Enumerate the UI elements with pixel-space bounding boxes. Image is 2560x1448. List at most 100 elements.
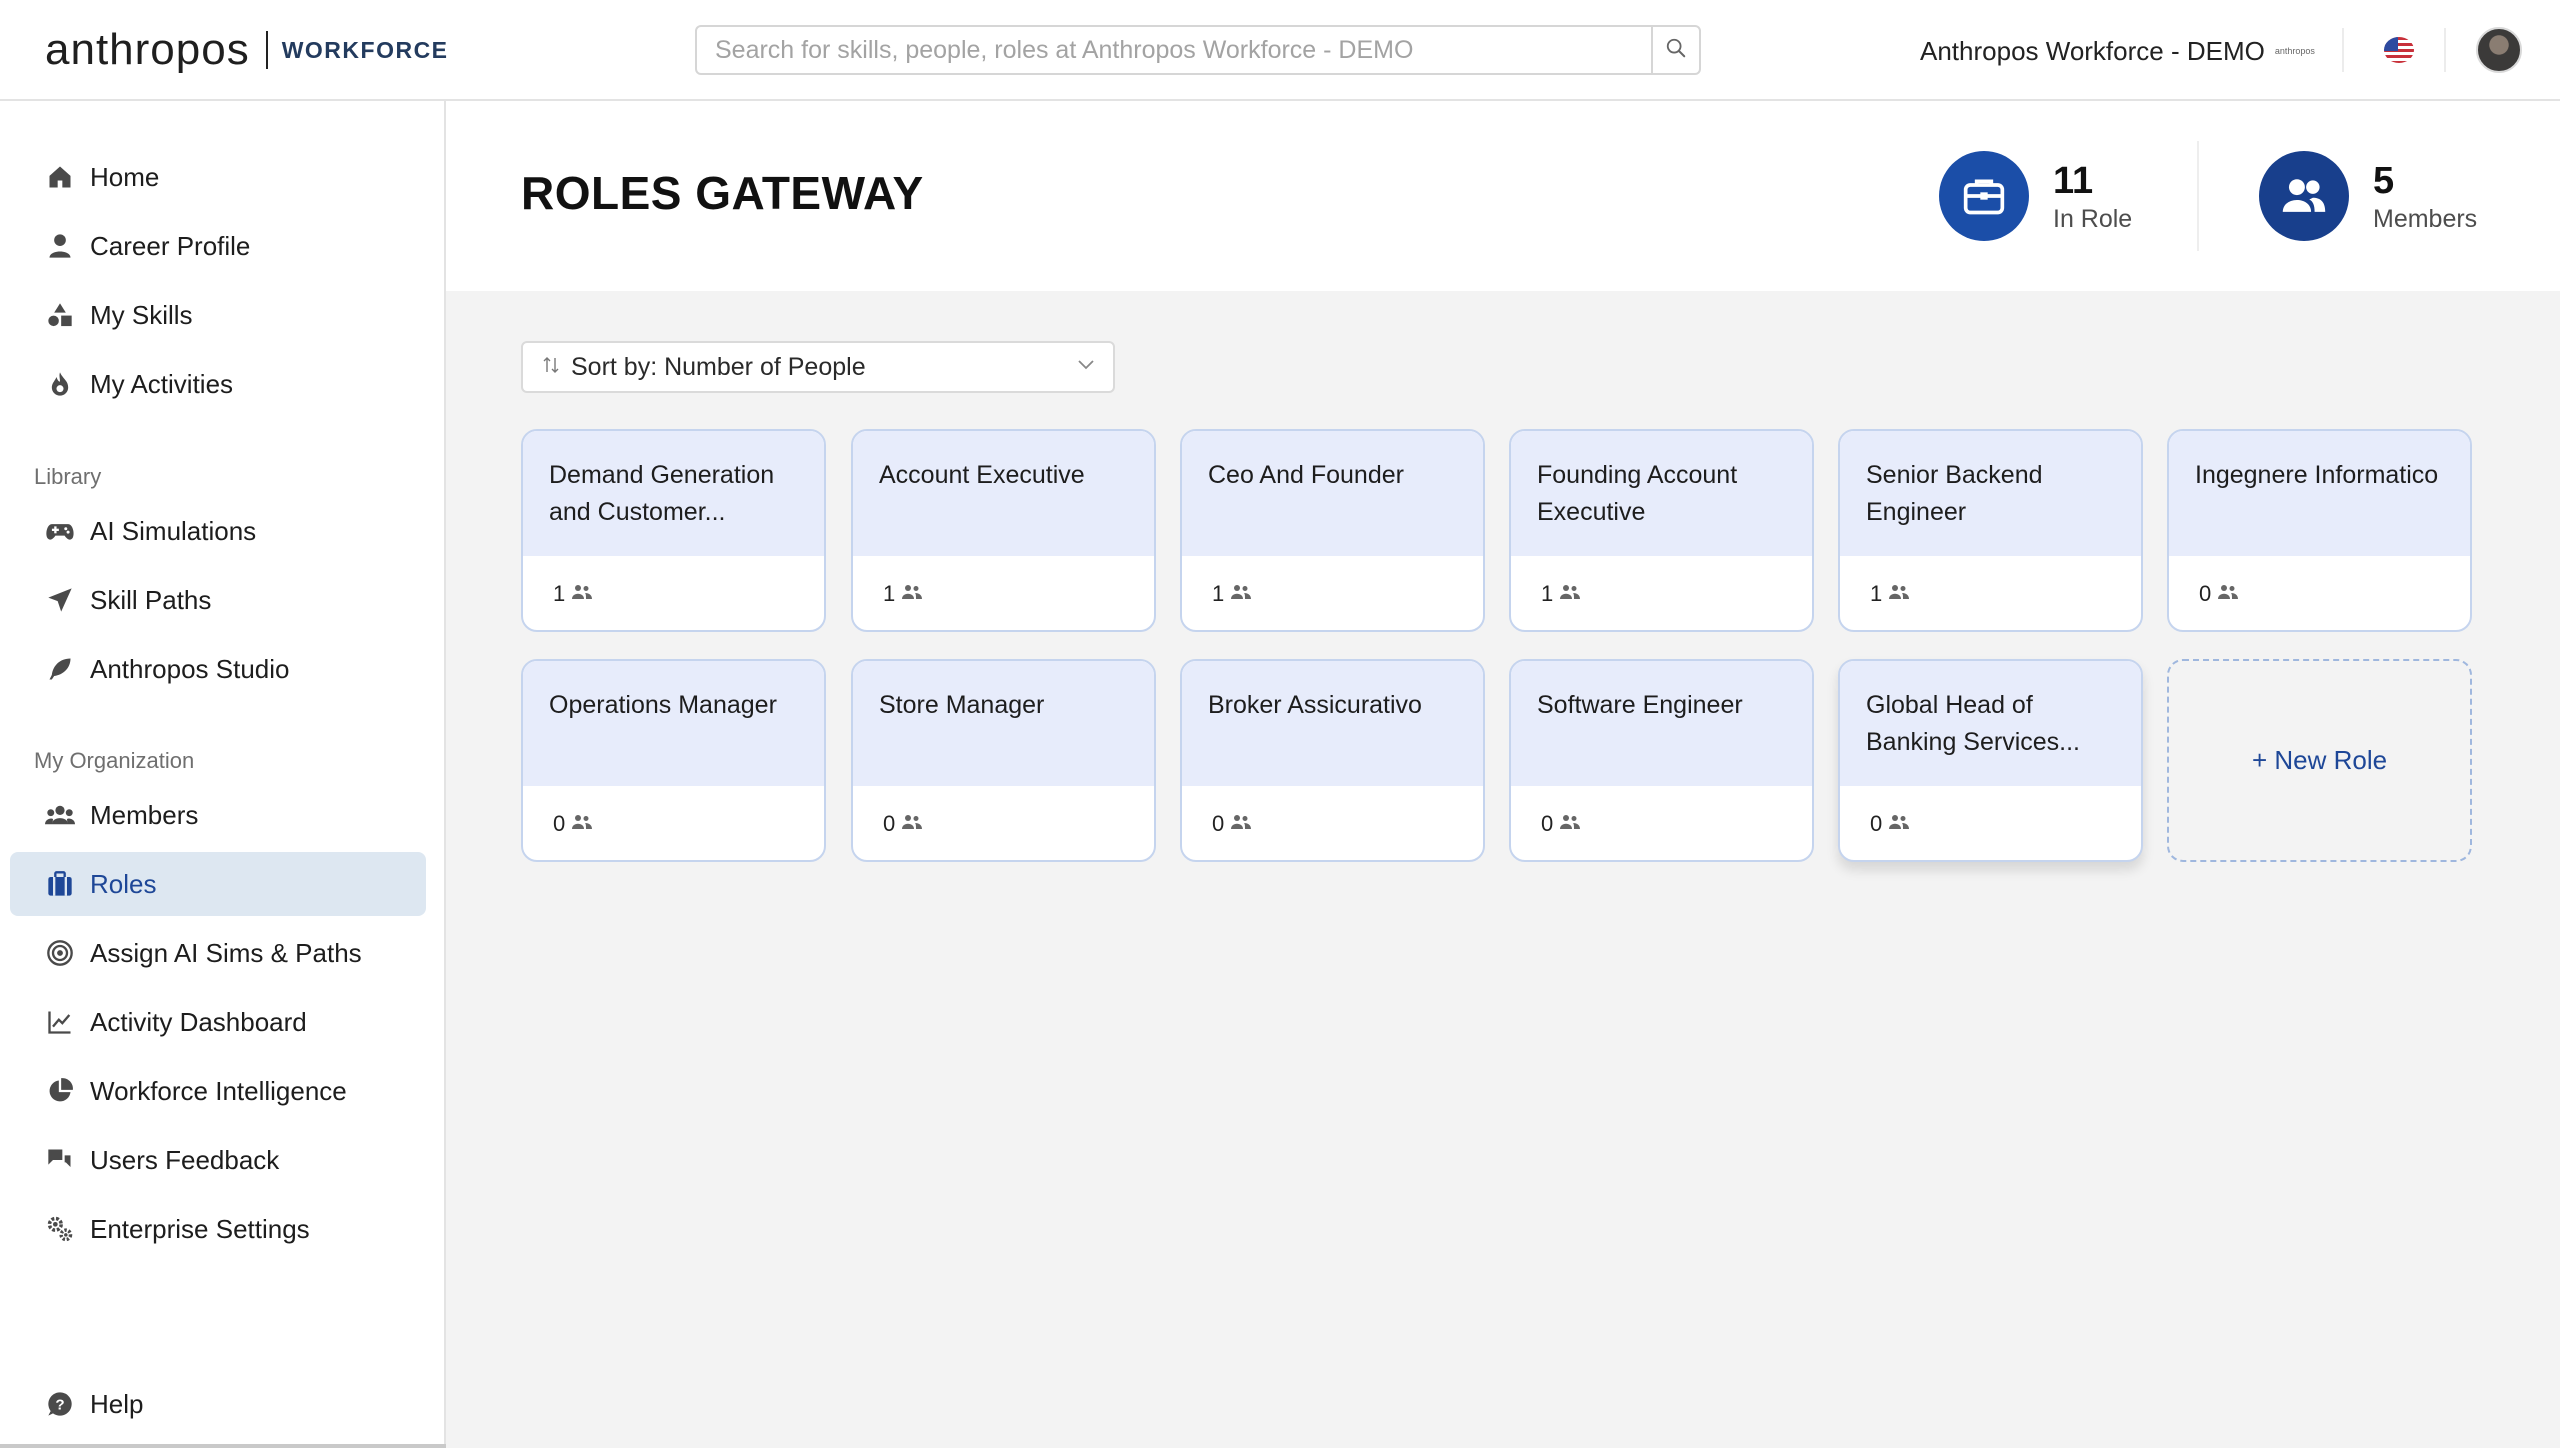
sidebar-item-skill-paths[interactable]: Skill Paths bbox=[10, 568, 426, 632]
users-icon bbox=[901, 814, 923, 835]
sidebar-item-anthropos-studio[interactable]: Anthropos Studio bbox=[10, 637, 426, 701]
search-icon bbox=[1665, 37, 1687, 64]
user-avatar[interactable] bbox=[2476, 27, 2522, 73]
sidebar-item-activity-dashboard[interactable]: Activity Dashboard bbox=[10, 990, 426, 1054]
us-flag-icon[interactable] bbox=[2384, 37, 2414, 63]
role-card[interactable]: Ingegnere Informatico 0 bbox=[2167, 429, 2472, 632]
organization-logo: anthropos bbox=[2274, 46, 2315, 56]
sidebar: Home Career Profile My Skills My Activit… bbox=[0, 101, 556, 1448]
role-title: Account Executive bbox=[879, 461, 1085, 489]
sidebar-item-help[interactable]: ? Help bbox=[10, 1372, 426, 1436]
svg-text:?: ? bbox=[55, 1396, 64, 1413]
sidebar-item-label: Activity Dashboard bbox=[90, 1006, 307, 1037]
divider bbox=[2444, 28, 2446, 72]
in-role-count: 11 bbox=[2053, 159, 2094, 202]
sort-dropdown[interactable]: Sort by: Number of People bbox=[521, 341, 1115, 393]
role-title: Store Manager bbox=[879, 691, 1045, 719]
sidebar-item-career-profile[interactable]: Career Profile bbox=[10, 214, 426, 278]
role-card[interactable]: Software Engineer 0 bbox=[1509, 659, 1814, 862]
members-count: 5 bbox=[2373, 159, 2395, 202]
sidebar-item-enterprise-settings[interactable]: Enterprise Settings bbox=[10, 1197, 426, 1261]
gears-icon bbox=[44, 1213, 76, 1245]
sidebar-item-users-feedback[interactable]: Users Feedback bbox=[10, 1128, 426, 1192]
role-card[interactable]: Ceo And Founder 1 bbox=[1180, 429, 1485, 632]
section-label-my-organization: My Organization bbox=[34, 748, 195, 773]
users-icon bbox=[901, 584, 923, 605]
role-card[interactable]: Operations Manager 0 bbox=[521, 659, 826, 862]
target-icon bbox=[44, 937, 76, 969]
divider bbox=[2342, 28, 2344, 72]
sort-icon bbox=[543, 355, 559, 380]
sidebar-item-label: Skill Paths bbox=[90, 584, 212, 615]
users-icon bbox=[1559, 814, 1581, 835]
role-card[interactable]: Store Manager 0 bbox=[851, 659, 1156, 862]
users-icon bbox=[1888, 584, 1910, 605]
role-card[interactable]: Global Head of Banking Services... 0 bbox=[1838, 659, 2143, 862]
role-member-count: 1 bbox=[1212, 581, 1225, 606]
line-chart-icon bbox=[44, 1006, 76, 1038]
role-title: Ceo And Founder bbox=[1208, 461, 1404, 489]
gamepad-icon bbox=[44, 515, 76, 547]
role-member-count: 0 bbox=[1870, 811, 1883, 836]
role-card[interactable]: Demand Generation and Customer... 1 bbox=[521, 429, 826, 632]
help-icon: ? bbox=[44, 1388, 76, 1420]
role-title: Broker Assicurativo bbox=[1208, 691, 1422, 719]
sidebar-item-roles[interactable]: Roles bbox=[10, 852, 426, 916]
sidebar-item-label: Users Feedback bbox=[90, 1144, 280, 1175]
new-role-button[interactable]: + New Role bbox=[2167, 659, 2472, 862]
paper-plane-icon bbox=[44, 584, 76, 616]
sidebar-item-my-activities[interactable]: My Activities bbox=[10, 352, 426, 416]
organization-switcher[interactable]: Anthropos Workforce - DEMO anthropos bbox=[1920, 30, 2315, 72]
role-title: Operations Manager bbox=[549, 691, 777, 719]
top-bar: anthropos WORKFORCE Anthropos Workforce … bbox=[0, 0, 2560, 101]
search-input[interactable] bbox=[697, 27, 1651, 73]
sidebar-item-my-skills[interactable]: My Skills bbox=[10, 283, 426, 347]
chevron-down-icon bbox=[1077, 358, 1095, 376]
role-title: Demand Generation and Customer... bbox=[549, 461, 775, 526]
role-member-count: 1 bbox=[553, 581, 566, 606]
role-card[interactable]: Account Executive 1 bbox=[851, 429, 1156, 632]
search-button[interactable] bbox=[1651, 27, 1699, 73]
briefcase-icon bbox=[1939, 151, 2029, 241]
sidebar-item-workforce-intelligence[interactable]: Workforce Intelligence bbox=[10, 1059, 426, 1123]
role-member-count: 0 bbox=[2199, 581, 2212, 606]
role-member-count: 0 bbox=[1212, 811, 1225, 836]
organization-name: Anthropos Workforce - DEMO bbox=[1920, 35, 2265, 66]
role-member-count: 1 bbox=[883, 581, 896, 606]
feather-icon bbox=[44, 653, 76, 685]
users-icon bbox=[1230, 814, 1252, 835]
page-title: ROLES GATEWAY bbox=[521, 167, 924, 219]
sidebar-item-label: Career Profile bbox=[90, 230, 251, 261]
main-content: ROLES GATEWAY 11 In Role 5 Members Sort bbox=[446, 101, 2560, 1448]
app-logo[interactable]: anthropos WORKFORCE bbox=[45, 22, 449, 78]
sidebar-item-label: Enterprise Settings bbox=[90, 1213, 310, 1244]
role-title: Ingegnere Informatico bbox=[2195, 461, 2439, 489]
sidebar-item-label: Anthropos Studio bbox=[90, 653, 290, 684]
stat-in-role: 11 In Role bbox=[1939, 151, 2132, 241]
sidebar-item-label: Roles bbox=[90, 868, 157, 899]
role-card[interactable]: Founding Account Executive 1 bbox=[1509, 429, 1814, 632]
users-icon bbox=[571, 814, 593, 835]
users-icon bbox=[2259, 151, 2349, 241]
sidebar-item-label: Assign AI Sims & Paths bbox=[90, 937, 362, 968]
sidebar-item-ai-simulations[interactable]: AI Simulations bbox=[10, 499, 426, 563]
sidebar-item-home[interactable]: Home bbox=[10, 145, 426, 209]
sidebar-item-label: Workforce Intelligence bbox=[90, 1075, 347, 1106]
sort-label: Sort by: Number of People bbox=[571, 352, 866, 381]
users-icon bbox=[2217, 584, 2239, 605]
stat-members: 5 Members bbox=[2259, 151, 2477, 241]
sidebar-item-assign-ai-sims-paths[interactable]: Assign AI Sims & Paths bbox=[10, 921, 426, 985]
role-title: Software Engineer bbox=[1537, 691, 1743, 719]
chat-bubbles-icon bbox=[44, 1144, 76, 1176]
role-member-count: 0 bbox=[1541, 811, 1554, 836]
users-icon bbox=[571, 584, 593, 605]
section-label-library: Library bbox=[34, 464, 102, 489]
role-title: Global Head of Banking Services... bbox=[1866, 691, 2080, 756]
shapes-icon bbox=[44, 299, 76, 331]
role-card[interactable]: Senior Backend Engineer 1 bbox=[1838, 429, 2143, 632]
in-role-label: In Role bbox=[2053, 204, 2133, 233]
role-card[interactable]: Broker Assicurativo 0 bbox=[1180, 659, 1485, 862]
sidebar-item-members[interactable]: Members bbox=[10, 783, 426, 847]
page-header: ROLES GATEWAY 11 In Role 5 Members bbox=[446, 101, 2560, 291]
role-title: Founding Account Executive bbox=[1537, 461, 1738, 526]
